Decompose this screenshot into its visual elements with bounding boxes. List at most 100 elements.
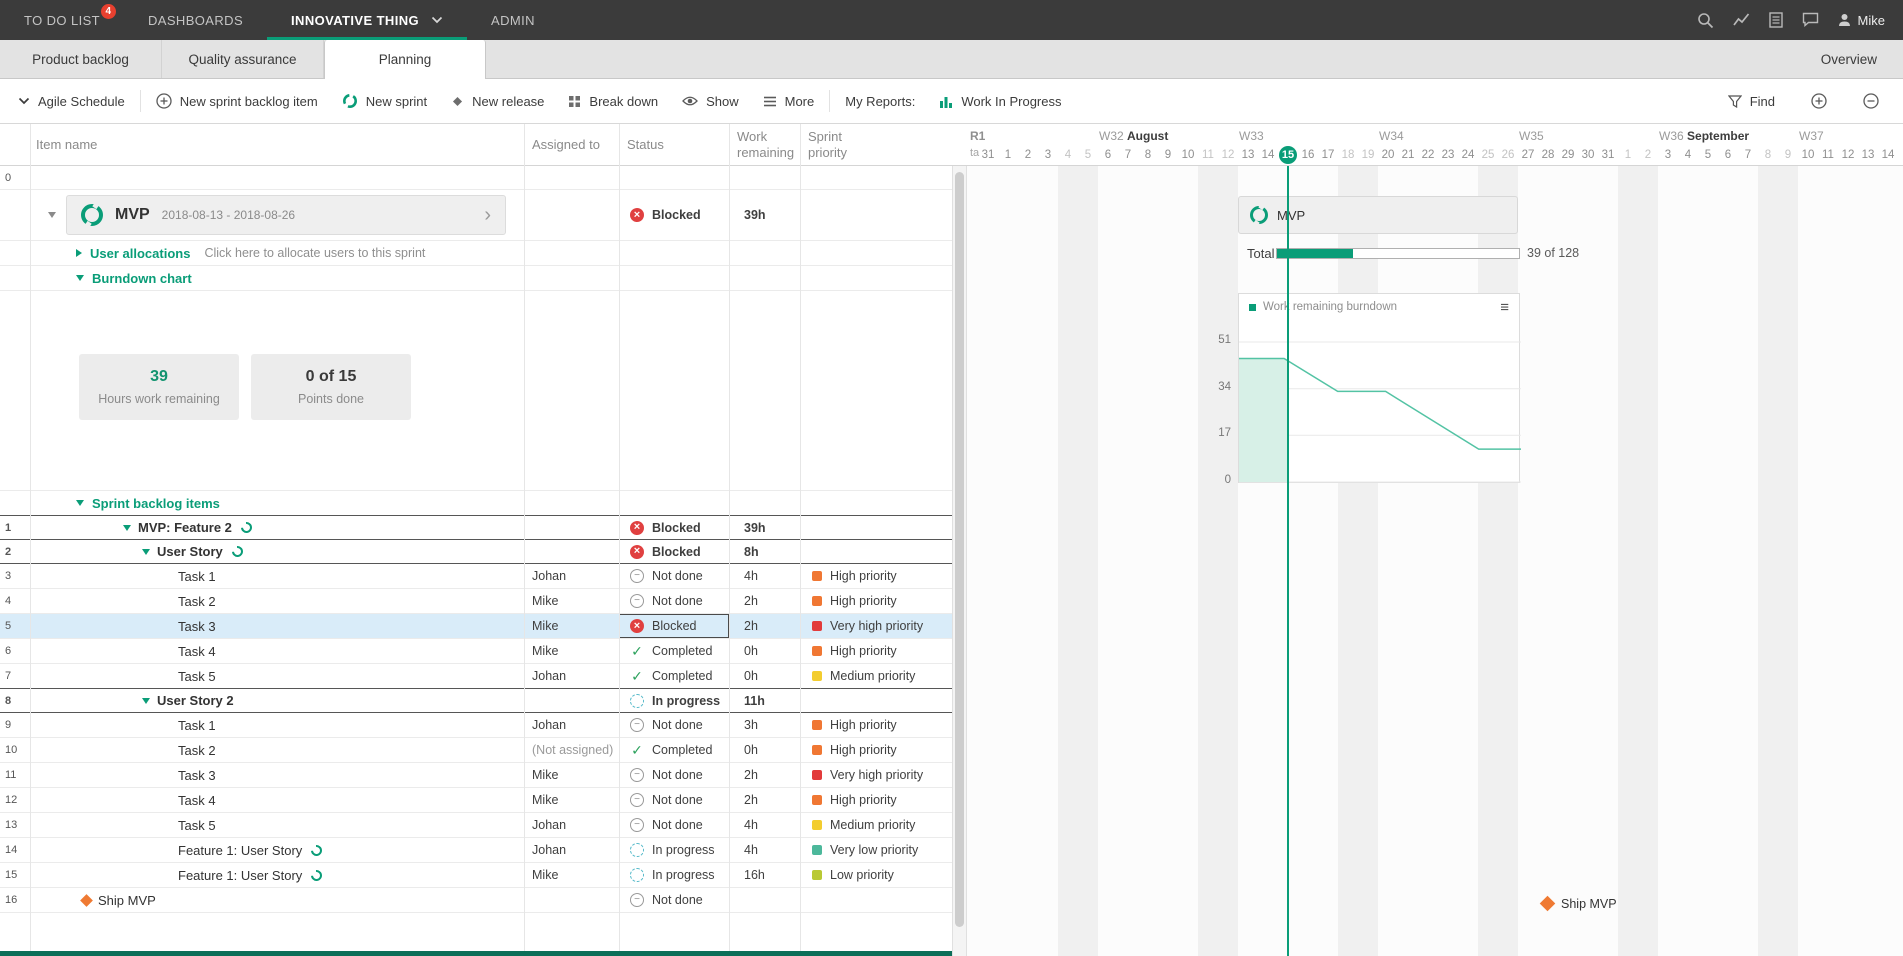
- item-name-cell[interactable]: Task 4: [30, 639, 524, 663]
- table-row-10[interactable]: 10Task 2(Not assigned)Completed0hHigh pr…: [0, 738, 952, 763]
- tab-product-backlog[interactable]: Product backlog: [0, 40, 162, 78]
- status-cell[interactable]: Blocked: [619, 190, 729, 240]
- assigned-cell[interactable]: (Not assigned): [524, 738, 619, 762]
- column-header-status[interactable]: Status: [627, 124, 664, 165]
- item-name-cell[interactable]: Task 2: [30, 738, 524, 762]
- table-row-12[interactable]: 12Task 4MikeNot done2hHigh priority: [0, 788, 952, 813]
- item-name-cell[interactable]: User Story: [30, 540, 524, 563]
- stats-button[interactable]: [1733, 12, 1750, 29]
- priority-cell[interactable]: Very low priority: [800, 838, 952, 862]
- user-allocations-hint[interactable]: Click here to allocate users to this spr…: [204, 246, 425, 260]
- status-cell[interactable]: Not done: [619, 813, 729, 837]
- nav-item-to-do-list[interactable]: TO DO LIST4: [0, 0, 124, 40]
- chevron-right-icon[interactable]: ›: [484, 205, 491, 225]
- assigned-cell[interactable]: Johan: [524, 713, 619, 737]
- user-allocations-row[interactable]: User allocations Click here to allocate …: [0, 241, 952, 266]
- table-row-7[interactable]: 7Task 5JohanCompleted0hMedium priority: [0, 664, 952, 689]
- status-cell[interactable]: Not done: [619, 589, 729, 613]
- status-cell[interactable]: Not done: [619, 788, 729, 812]
- assigned-cell[interactable]: Mike: [524, 763, 619, 787]
- assigned-cell[interactable]: [524, 516, 619, 539]
- sprint-backlog-items-row[interactable]: Sprint backlog items: [0, 491, 952, 516]
- item-name-cell[interactable]: MVP: Feature 2: [30, 516, 524, 539]
- table-row-9[interactable]: 9Task 1JohanNot done3hHigh priority: [0, 713, 952, 738]
- nav-item-admin[interactable]: ADMIN: [467, 0, 559, 40]
- table-row-14[interactable]: 14Feature 1: User StoryJohanIn progress4…: [0, 838, 952, 863]
- assigned-cell[interactable]: Mike: [524, 863, 619, 887]
- burndown-chart-row[interactable]: Burndown chart: [0, 266, 952, 291]
- assigned-cell[interactable]: Johan: [524, 564, 619, 588]
- sprint-backlog-items-link[interactable]: Sprint backlog items: [92, 496, 220, 511]
- status-cell[interactable]: Not done: [619, 888, 729, 912]
- horizontal-scrollbar[interactable]: [0, 951, 952, 956]
- vertical-scrollbar[interactable]: [952, 124, 967, 956]
- user-allocations-link[interactable]: User allocations: [90, 246, 190, 261]
- item-name-cell[interactable]: Task 1: [30, 564, 524, 588]
- toolbar-work-in-progress[interactable]: Work In Progress: [927, 87, 1073, 115]
- priority-cell[interactable]: Low priority: [800, 863, 952, 887]
- assigned-cell[interactable]: Mike: [524, 614, 619, 638]
- priority-cell[interactable]: Very high priority: [800, 614, 952, 638]
- assigned-cell[interactable]: Mike: [524, 788, 619, 812]
- table-row-1[interactable]: 1MVP: Feature 2Blocked39h: [0, 515, 952, 540]
- column-header-sprint-priority[interactable]: Sprint priority: [808, 124, 870, 165]
- search-button[interactable]: [1697, 12, 1714, 29]
- item-name-cell[interactable]: Task 5: [30, 813, 524, 837]
- priority-cell[interactable]: High priority: [800, 713, 952, 737]
- status-cell[interactable]: Not done: [619, 763, 729, 787]
- toolbar-plus-circle[interactable]: [1799, 87, 1839, 115]
- tab-quality-assurance[interactable]: Quality assurance: [162, 40, 324, 78]
- item-name-cell[interactable]: Task 5: [30, 664, 524, 688]
- timeline-header[interactable]: R1 ta 3112345678910111213141516171819202…: [967, 124, 1903, 166]
- toolbar-more[interactable]: More: [751, 87, 827, 115]
- item-name-cell[interactable]: Task 2: [30, 589, 524, 613]
- item-name-cell[interactable]: Ship MVP: [30, 888, 524, 912]
- priority-cell[interactable]: High priority: [800, 738, 952, 762]
- status-cell[interactable]: In progress: [619, 863, 729, 887]
- priority-cell[interactable]: Very high priority: [800, 763, 952, 787]
- assigned-cell[interactable]: Johan: [524, 813, 619, 837]
- toolbar-agile-schedule[interactable]: Agile Schedule: [6, 87, 137, 115]
- collapse-arrow-icon[interactable]: [123, 525, 131, 531]
- collapse-arrow-icon[interactable]: [76, 275, 84, 281]
- table-row-13[interactable]: 13Task 5JohanNot done4hMedium priority: [0, 813, 952, 838]
- table-row-2[interactable]: 2User StoryBlocked8h: [0, 539, 952, 564]
- expand-arrow-icon[interactable]: [76, 249, 82, 257]
- toolbar-my-reports[interactable]: My Reports:: [833, 87, 927, 115]
- toolbar-find[interactable]: Find: [1716, 87, 1787, 115]
- status-cell[interactable]: Completed: [619, 664, 729, 688]
- sprint-row[interactable]: MVP 2018-08-13 - 2018-08-26 › Blocked 39…: [0, 190, 952, 241]
- assigned-cell[interactable]: [524, 689, 619, 712]
- assigned-cell[interactable]: Mike: [524, 639, 619, 663]
- column-header-work-remaining[interactable]: Work remaining: [737, 124, 799, 165]
- item-name-cell[interactable]: Task 3: [30, 763, 524, 787]
- assigned-cell[interactable]: Johan: [524, 664, 619, 688]
- column-header-assigned-to[interactable]: Assigned to: [532, 124, 614, 165]
- status-cell[interactable]: Completed: [619, 738, 729, 762]
- table-row-11[interactable]: 11Task 3MikeNot done2hVery high priority: [0, 763, 952, 788]
- table-row-5[interactable]: 5Task 3MikeBlocked2hVery high priority: [0, 614, 952, 639]
- status-cell[interactable]: Blocked: [619, 614, 729, 638]
- table-row-16[interactable]: 16Ship MVPNot done: [0, 888, 952, 913]
- collapse-arrow-icon[interactable]: [142, 549, 150, 555]
- priority-cell[interactable]: Medium priority: [800, 813, 952, 837]
- item-name-cell[interactable]: Task 1: [30, 713, 524, 737]
- status-cell[interactable]: In progress: [619, 838, 729, 862]
- item-name-cell[interactable]: User Story 2: [30, 689, 524, 712]
- scrollbar-thumb[interactable]: [955, 172, 964, 927]
- priority-cell[interactable]: [800, 540, 952, 563]
- priority-cell[interactable]: [800, 516, 952, 539]
- status-cell[interactable]: In progress: [619, 689, 729, 712]
- tab-planning[interactable]: Planning: [324, 40, 486, 79]
- collapse-arrow-icon[interactable]: [76, 500, 84, 506]
- item-name-cell[interactable]: Task 3: [30, 614, 524, 638]
- priority-cell[interactable]: [800, 689, 952, 712]
- table-row-3[interactable]: 3Task 1JohanNot done4hHigh priority: [0, 564, 952, 589]
- table-row-8[interactable]: 8User Story 2In progress11h: [0, 688, 952, 713]
- widget-menu-icon[interactable]: ≡: [1500, 300, 1509, 315]
- status-cell[interactable]: Not done: [619, 713, 729, 737]
- status-cell[interactable]: Blocked: [619, 516, 729, 539]
- priority-cell[interactable]: High priority: [800, 788, 952, 812]
- nav-item-innovative-thing[interactable]: INNOVATIVE THING: [267, 0, 467, 40]
- chevron-down-icon[interactable]: [431, 16, 443, 24]
